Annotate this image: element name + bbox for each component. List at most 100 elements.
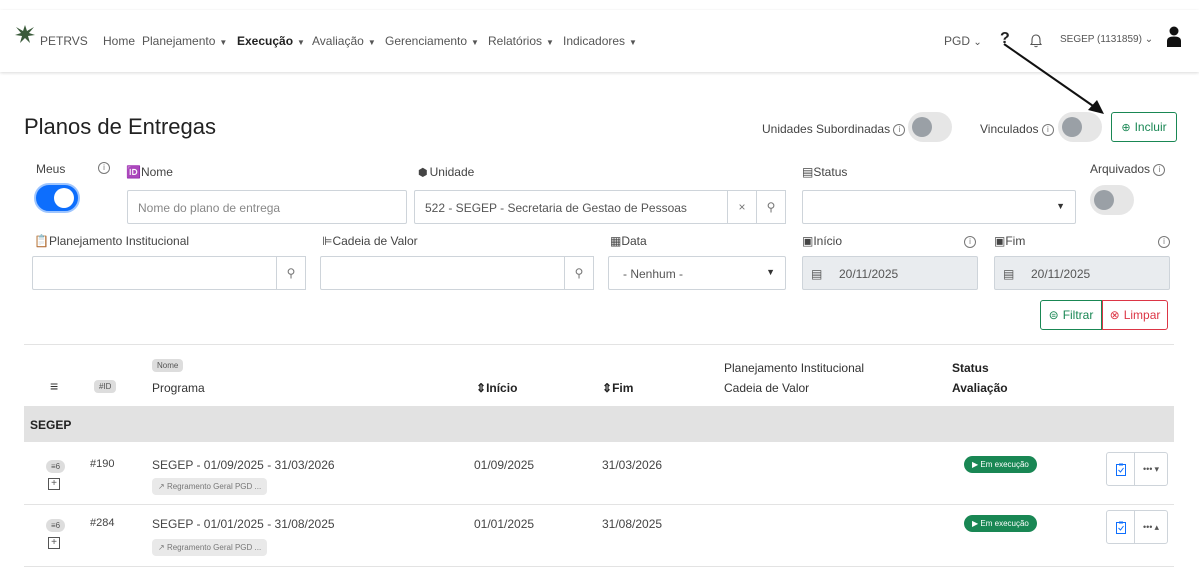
col-fim[interactable]: ⇕Fim <box>602 381 633 395</box>
inicio-label: ▣Início <box>802 234 843 248</box>
incluir-button[interactable]: ⊕ Incluir <box>1111 112 1177 142</box>
planejamento-label: 📋Planejamento Institucional <box>34 234 190 248</box>
info-icon: i <box>1153 163 1166 176</box>
arquivados-toggle[interactable] <box>1090 185 1134 215</box>
row-nome: SEGEP - 01/01/2025 - 31/08/2025 <box>152 517 335 531</box>
caret-down-icon: ▼ <box>297 38 305 47</box>
nav-gerenciamento[interactable]: Gerenciamento ▼ <box>385 34 479 48</box>
unidades-subordinadas-label: Unidades Subordinadas i <box>762 122 906 136</box>
chevron-down-icon: ⌄ <box>973 37 982 48</box>
nav-relatorios[interactable]: Relatórios ▼ <box>488 34 554 48</box>
unidade-label: ⬢ Unidade <box>418 165 475 179</box>
caret-down-icon: ▼ <box>1056 201 1065 211</box>
more-options-button[interactable]: ••• ▾ <box>1135 453 1167 485</box>
nav-execucao[interactable]: Execução ▼ <box>237 34 305 48</box>
expand-icon[interactable]: + <box>48 478 60 490</box>
clear-circle-icon: ⊗ <box>1109 308 1120 322</box>
annotation-arrow-icon <box>1003 43 1104 114</box>
divider <box>24 344 1174 345</box>
col-programa[interactable]: Programa <box>152 381 205 395</box>
cadeia-input[interactable]: ⚲ <box>320 256 594 290</box>
filtrar-button[interactable]: ⊜ Filtrar <box>1040 300 1102 330</box>
calendar-icon: ▦ <box>610 234 622 248</box>
col-inicio[interactable]: ⇕Início <box>476 381 517 395</box>
calendar-icon: ▣ <box>994 234 1006 248</box>
cadeia-label: ⊫Cadeia de Valor <box>322 234 418 248</box>
unidades-subordinadas-toggle[interactable] <box>908 112 952 142</box>
clear-icon[interactable]: × <box>727 190 757 224</box>
id-card-icon: 🆔 <box>126 165 141 179</box>
hierarchy-icon: ⊫ <box>322 234 333 248</box>
search-icon[interactable]: ⚲ <box>276 256 306 290</box>
table-row[interactable]: ≡6 + #284 SEGEP - 01/01/2025 - 31/08/202… <box>24 505 1174 567</box>
col-planejamento: Planejamento Institucional <box>724 361 865 375</box>
petrvs-logo-icon[interactable] <box>14 23 36 45</box>
unidade-input[interactable]: 522 - SEGEP - Secretaria de Gestao de Pe… <box>414 190 786 224</box>
fim-label: ▣Fim <box>994 234 1026 248</box>
list-toggle-icon[interactable]: ≡ <box>50 378 58 394</box>
fim-date-input[interactable]: ▤ 20/11/2025 <box>994 256 1170 290</box>
play-icon: ▶ <box>972 519 979 528</box>
nav-avaliacao[interactable]: Avaliação ▼ <box>312 34 376 48</box>
limpar-button[interactable]: ⊗ Limpar <box>1102 300 1168 330</box>
brand-name[interactable]: PETRVS <box>40 34 88 48</box>
info-icon: i <box>1158 236 1170 248</box>
search-icon[interactable]: ⚲ <box>564 256 594 290</box>
page-title: Planos de Entregas <box>24 114 217 139</box>
clipboard-check-icon[interactable] <box>1107 511 1135 543</box>
arquivados-label: Arquivados i <box>1090 162 1166 176</box>
external-link-icon: ↗ <box>158 543 165 552</box>
caret-down-icon: ▼ <box>367 38 376 47</box>
status-select[interactable]: ▼ <box>802 190 1076 224</box>
clipboard-icon: 📋 <box>34 234 49 248</box>
id-badge: #ID <box>94 380 117 393</box>
col-cadeia: Cadeia de Valor <box>724 381 810 395</box>
chevron-down-icon: ⌄ <box>1144 34 1154 45</box>
sort-icon: ⇕ <box>476 381 487 395</box>
inicio-date-input[interactable]: ▤ 20/11/2025 <box>802 256 978 290</box>
table-row[interactable]: ≡6 + #190 SEGEP - 01/09/2025 - 31/03/202… <box>24 442 1174 504</box>
items-count-badge[interactable]: ≡6 <box>46 460 66 473</box>
meus-label: Meus <box>36 162 66 176</box>
status-badge: ▶ Em execução <box>964 515 1037 532</box>
vinculados-toggle[interactable] <box>1058 112 1102 142</box>
expand-icon[interactable]: + <box>48 537 60 549</box>
clipboard-check-icon[interactable] <box>1107 453 1135 485</box>
building-icon: ⬢ <box>418 167 428 179</box>
more-options-button[interactable]: ••• ▴ <box>1135 511 1167 543</box>
nav-home[interactable]: Home <box>103 34 135 48</box>
items-count-badge[interactable]: ≡6 <box>46 519 66 532</box>
list-icon: ▤ <box>802 165 814 179</box>
info-icon: i <box>964 236 976 248</box>
row-actions: ••• ▴ <box>1106 510 1168 544</box>
caret-down-icon: ▼ <box>471 38 479 47</box>
caret-down-icon: ▼ <box>766 267 775 277</box>
info-icon: i <box>893 123 906 136</box>
info-icon: i <box>1041 123 1054 136</box>
filter-icon: ⊜ <box>1048 308 1059 322</box>
nav-planejamento[interactable]: Planejamento ▼ <box>142 34 227 48</box>
programa-chip: ↗ Regramento Geral PGD ... <box>152 539 268 556</box>
sort-icon: ⇕ <box>602 381 613 395</box>
row-inicio: 01/09/2025 <box>474 458 535 472</box>
planejamento-input[interactable]: ⚲ <box>32 256 306 290</box>
nome-input[interactable]: Nome do plano de entrega <box>127 190 407 224</box>
group-row: SEGEP <box>24 406 1174 442</box>
row-id: #190 <box>90 458 115 470</box>
meus-toggle[interactable] <box>34 183 80 213</box>
nav-indicadores[interactable]: Indicadores ▼ <box>563 34 637 48</box>
row-fim: 31/03/2026 <box>602 458 663 472</box>
search-icon[interactable]: ⚲ <box>756 190 786 224</box>
calendar-icon: ▤ <box>1003 267 1015 281</box>
data-label: ▦Data <box>610 234 647 248</box>
status-badge: ▶ Em execução <box>964 456 1037 473</box>
vinculados-label: Vinculados i <box>980 122 1054 136</box>
user-avatar-icon[interactable] <box>1166 26 1182 48</box>
nome-label: 🆔Nome <box>126 165 173 179</box>
status-label: ▤Status <box>802 165 848 179</box>
row-actions: ••• ▾ <box>1106 452 1168 486</box>
module-selector[interactable]: PGD ⌄ <box>944 34 982 48</box>
data-select[interactable]: - Nenhum - ▼ <box>608 256 786 290</box>
row-nome: SEGEP - 01/09/2025 - 31/03/2026 <box>152 458 335 472</box>
caret-down-icon: ▼ <box>629 38 637 47</box>
